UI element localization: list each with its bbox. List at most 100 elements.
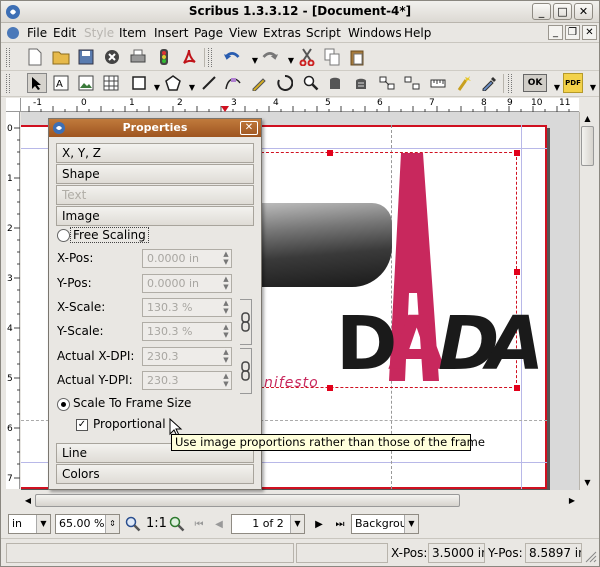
- menu-insert[interactable]: Insert: [154, 26, 188, 40]
- scroll-up-arrow[interactable]: ▲: [581, 112, 594, 126]
- spin-arrows-icon[interactable]: ▲ ▼: [220, 275, 232, 292]
- first-page-button[interactable]: ⏮: [189, 514, 209, 534]
- zoom-input[interactable]: 65.00 % ⇕: [55, 514, 120, 534]
- selection-handle[interactable]: [514, 150, 520, 156]
- freehand-tool-icon[interactable]: [249, 73, 269, 93]
- menu-script[interactable]: Script: [306, 26, 341, 40]
- menu-item[interactable]: Item: [119, 26, 146, 40]
- section-image[interactable]: Image: [56, 206, 254, 226]
- edit-text-tool-icon[interactable]: [351, 73, 371, 93]
- toolbar-grip[interactable]: [6, 48, 10, 67]
- polygon-tool-icon[interactable]: [163, 73, 183, 93]
- minimize-button[interactable]: _: [532, 3, 551, 20]
- cut-icon[interactable]: [297, 47, 317, 67]
- image-frame-tool-icon[interactable]: [76, 73, 96, 93]
- unlink-frames-tool-icon[interactable]: [402, 73, 422, 93]
- scale-to-frame-radio[interactable]: [57, 398, 70, 411]
- spin-arrows-icon[interactable]: ▲ ▼: [220, 372, 232, 389]
- print-icon[interactable]: [128, 47, 148, 67]
- page-select[interactable]: 1 of 2 ▼: [231, 514, 305, 534]
- text-frame-tool-icon[interactable]: A: [51, 73, 71, 93]
- layer-select[interactable]: Background ▼: [351, 514, 419, 534]
- selection-handle[interactable]: [327, 150, 333, 156]
- bezier-tool-icon[interactable]: [223, 73, 243, 93]
- yscale-field[interactable]: 130.3 %: [142, 322, 232, 341]
- last-page-button[interactable]: ⏭: [330, 514, 350, 534]
- menu-view[interactable]: View: [229, 26, 257, 40]
- paste-icon[interactable]: [347, 47, 367, 67]
- properties-close-button[interactable]: ✕: [240, 121, 258, 135]
- pdf-dropdown-icon[interactable]: ▼: [583, 77, 600, 97]
- selection-handle[interactable]: [514, 269, 520, 275]
- ydpi-field[interactable]: 230.3: [142, 371, 232, 390]
- menu-edit[interactable]: Edit: [53, 26, 76, 40]
- section-text[interactable]: Text: [56, 185, 254, 205]
- vertical-ruler[interactable]: 0 1 2 3 4 5 6 7: [6, 112, 20, 489]
- proportional-checkbox[interactable]: ✓: [76, 419, 88, 431]
- vertical-scroll-thumb[interactable]: [581, 126, 594, 166]
- copy-icon[interactable]: [322, 47, 342, 67]
- ruler-corner[interactable]: [6, 98, 21, 112]
- section-colors[interactable]: Colors: [56, 464, 254, 484]
- export-pdf-icon[interactable]: [179, 47, 199, 67]
- dpi-link-chain-icon[interactable]: [240, 348, 252, 394]
- xscale-field[interactable]: 130.3 %: [142, 298, 232, 317]
- zoom-out-icon[interactable]: [123, 514, 143, 534]
- horizontal-scroll-thumb[interactable]: [35, 494, 460, 507]
- scroll-right-arrow[interactable]: ▶: [565, 494, 579, 507]
- scroll-left-arrow[interactable]: ◀: [21, 494, 35, 507]
- spin-arrows-icon[interactable]: ▲ ▼: [220, 348, 232, 365]
- pdf-tools-button[interactable]: PDF: [563, 73, 583, 93]
- save-icon[interactable]: [76, 47, 96, 67]
- scroll-down-arrow[interactable]: ▼: [581, 476, 594, 490]
- mdi-minimize-button[interactable]: _: [548, 25, 563, 40]
- zoom-in-icon[interactable]: [167, 514, 187, 534]
- copy-properties-tool-icon[interactable]: [454, 73, 474, 93]
- edit-contents-tool-icon[interactable]: [325, 73, 345, 93]
- xpos-field[interactable]: 0.0000 in: [142, 249, 232, 268]
- undo-icon[interactable]: [223, 47, 243, 67]
- selection-handle[interactable]: [514, 385, 520, 391]
- properties-title-bar[interactable]: Properties ✕: [49, 119, 261, 137]
- resize-grip-icon[interactable]: [585, 551, 597, 563]
- image-frame[interactable]: D A D A nifesto: [261, 152, 544, 391]
- eyedropper-tool-icon[interactable]: [479, 73, 499, 93]
- close-button[interactable]: ✕: [574, 3, 593, 20]
- vertical-scrollbar[interactable]: ▲ ▼: [579, 112, 594, 490]
- section-xyz[interactable]: X, Y, Z: [56, 143, 254, 163]
- shape-tool-icon[interactable]: [129, 73, 149, 93]
- menu-file[interactable]: File: [27, 26, 47, 40]
- spin-arrows-icon[interactable]: ▲ ▼: [220, 299, 232, 316]
- mdi-restore-button[interactable]: ❐: [565, 25, 580, 40]
- toolbar-grip[interactable]: [508, 74, 512, 93]
- section-shape[interactable]: Shape: [56, 164, 254, 184]
- selection-handle[interactable]: [327, 385, 333, 391]
- previous-page-button[interactable]: ◀: [209, 514, 229, 534]
- zoom-tool-icon[interactable]: [301, 73, 321, 93]
- spin-arrows-icon[interactable]: ▲ ▼: [220, 323, 232, 340]
- proportional-label[interactable]: Proportional: [93, 417, 166, 431]
- rotate-tool-icon[interactable]: [275, 73, 295, 93]
- close-document-icon[interactable]: [102, 47, 122, 67]
- free-scaling-label[interactable]: Free Scaling: [70, 227, 149, 243]
- new-document-icon[interactable]: [25, 47, 45, 67]
- spin-arrows-icon[interactable]: ▲ ▼: [220, 250, 232, 267]
- scale-link-chain-icon[interactable]: [240, 299, 252, 345]
- maximize-button[interactable]: □: [553, 3, 572, 20]
- menu-extras[interactable]: Extras: [263, 26, 301, 40]
- ok-button[interactable]: OK: [523, 74, 547, 92]
- menu-style[interactable]: Style: [84, 26, 114, 40]
- zoom-ratio-button[interactable]: 1:1: [146, 516, 167, 531]
- preflight-icon[interactable]: [154, 47, 174, 67]
- redo-icon[interactable]: [259, 47, 279, 67]
- document-icon[interactable]: [5, 25, 21, 41]
- select-tool-icon[interactable]: [27, 73, 47, 93]
- xdpi-field[interactable]: 230.3: [142, 347, 232, 366]
- horizontal-ruler[interactable]: -1 0 1 2 3 4 5 6 7 8 9 10 11: [21, 98, 579, 112]
- open-folder-icon[interactable]: [51, 47, 71, 67]
- next-page-button[interactable]: ▶: [309, 514, 329, 534]
- ypos-field[interactable]: 0.0000 in: [142, 274, 232, 293]
- measurements-tool-icon[interactable]: [428, 73, 448, 93]
- link-frames-tool-icon[interactable]: [377, 73, 397, 93]
- menu-windows[interactable]: Windows: [348, 26, 402, 40]
